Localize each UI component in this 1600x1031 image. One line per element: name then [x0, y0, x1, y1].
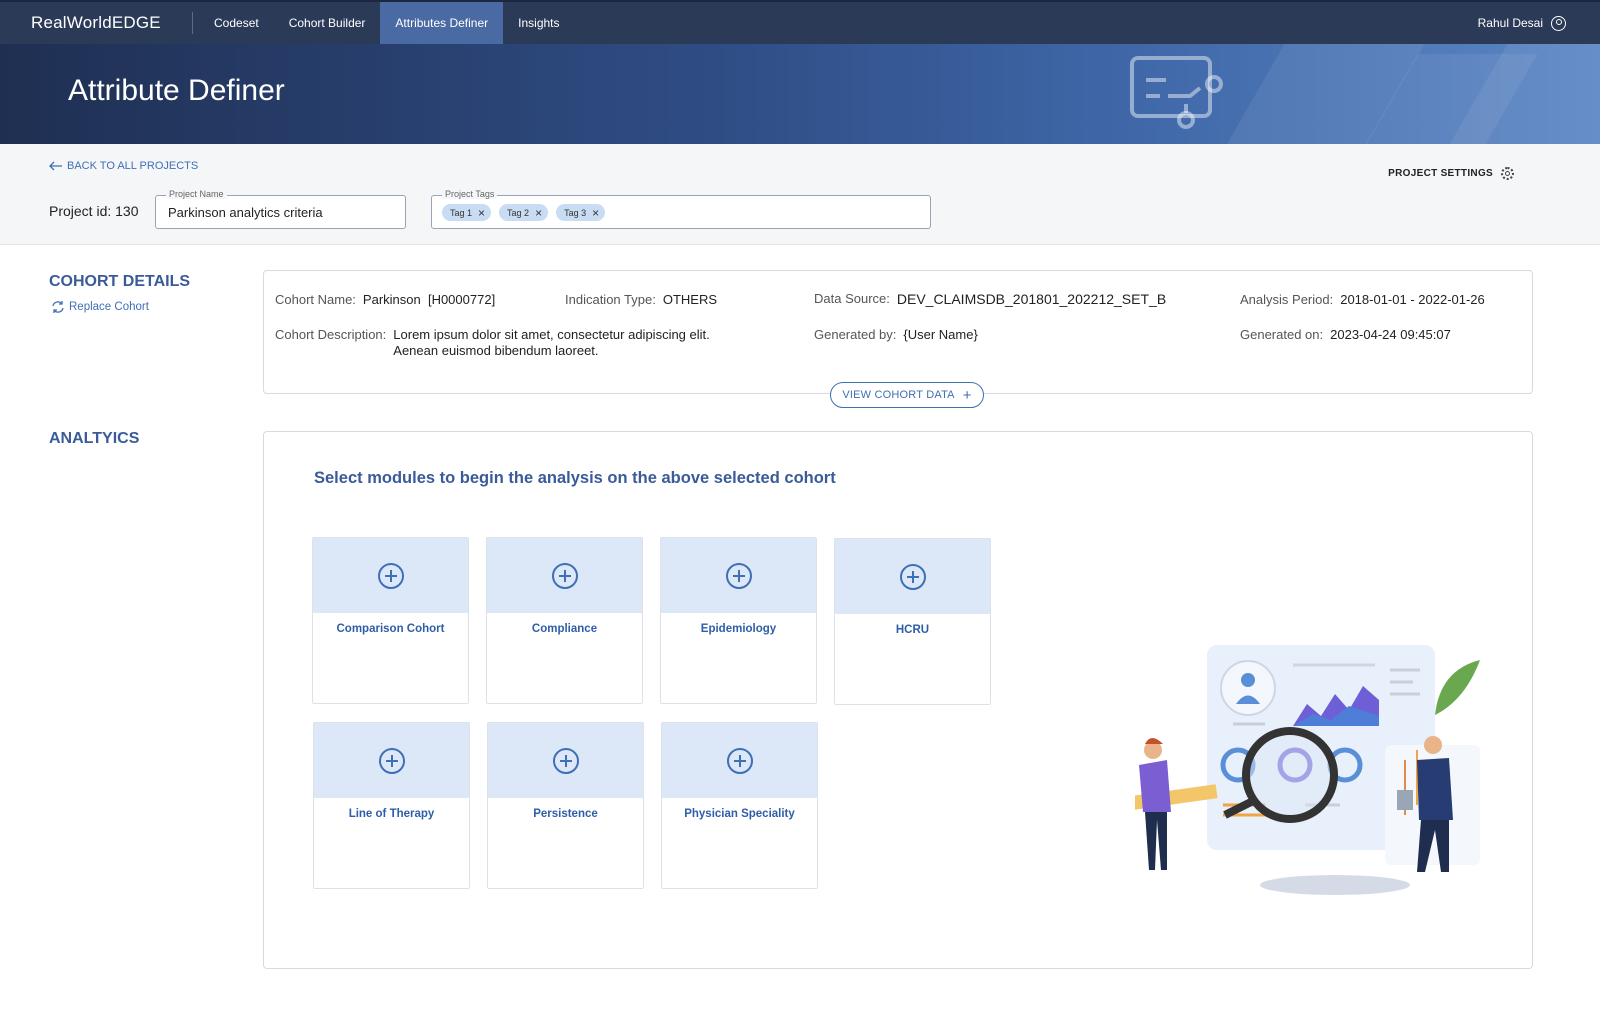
tag-close-icon[interactable]: ×: [592, 207, 599, 219]
cohort-name-value: Parkinson [H0000772]: [362, 292, 496, 307]
project-name-field[interactable]: Project Name Parkinson analytics criteri…: [155, 189, 406, 229]
cohort-details-heading: COHORT DETAILS: [49, 273, 191, 290]
tag-label: Tag 3: [564, 207, 587, 218]
plus-circle-icon[interactable]: [551, 562, 578, 589]
analytics-heading: ANALTYICS: [49, 430, 140, 447]
analysis-period-value: 2018-01-01 - 2022-01-26: [1340, 292, 1485, 307]
tag-chip[interactable]: Tag 2 ×: [499, 204, 549, 221]
refresh-icon: [52, 301, 64, 313]
plus-circle-icon[interactable]: [899, 563, 926, 590]
project-name-legend: Project Name: [166, 189, 227, 199]
gear-icon: [1501, 167, 1514, 180]
analysis-illustration: [1135, 645, 1480, 895]
arrow-left-icon: [49, 161, 62, 171]
nav-item-attributes-definer[interactable]: Attributes Definer: [380, 2, 504, 44]
tag-chip[interactable]: Tag 3 ×: [556, 204, 606, 221]
user-name: Rahul Desai: [1477, 16, 1543, 30]
module-label: Physician Speciality: [684, 808, 795, 820]
module-hcru[interactable]: HCRU: [834, 538, 991, 705]
indication-type-row: Indication Type: OTHERS: [565, 292, 717, 307]
project-tags-legend: Project Tags: [442, 189, 498, 199]
cohort-description-row: Cohort Description: Lorem ipsum dolor si…: [275, 327, 710, 359]
module-physician-speciality[interactable]: Physician Speciality: [661, 722, 818, 889]
module-header: [313, 538, 468, 613]
analysis-period-row: Analysis Period: 2018-01-01 - 2022-01-26: [1240, 292, 1485, 307]
project-bar: BACK TO ALL PROJECTS Project id: 130 Pro…: [0, 144, 1600, 245]
project-name-value: Parkinson analytics criteria: [168, 205, 323, 220]
data-source-row: Data Source: DEV_CLAIMSDB_201801_202212_…: [814, 291, 1166, 307]
cohort-description-line: Lorem ipsum dolor sit amet, consectetur …: [393, 327, 710, 342]
indication-type-value: OTHERS: [662, 292, 717, 307]
module-label: Persistence: [533, 808, 598, 820]
user-circle-icon: [1551, 15, 1566, 31]
tag-close-icon[interactable]: ×: [478, 207, 485, 219]
generated-on-value: 2023-04-24 09:45:07: [1330, 327, 1451, 342]
module-label: Compliance: [531, 623, 598, 635]
module-label: Line of Therapy: [348, 808, 435, 820]
back-to-projects-link[interactable]: BACK TO ALL PROJECTS: [49, 160, 198, 172]
module-epidemiology[interactable]: Epidemiology: [660, 537, 817, 704]
plus-icon: +: [962, 386, 972, 404]
project-settings-label: PROJECT SETTINGS: [1388, 168, 1493, 179]
cohort-description-line: Aenean euismod bibendum laoreet.: [393, 343, 599, 358]
module-header: [835, 539, 990, 614]
cohort-details-card: Cohort Name: Parkinson [H0000772] Indica…: [263, 270, 1533, 394]
plus-circle-icon[interactable]: [726, 747, 753, 774]
page-banner: Attribute Definer: [0, 44, 1600, 144]
module-header: [314, 723, 469, 798]
module-comparison-cohort[interactable]: Comparison Cohort: [312, 537, 469, 704]
analysis-period-key: Analysis Period:: [1240, 292, 1334, 307]
module-compliance[interactable]: Compliance: [486, 537, 643, 704]
plus-circle-icon[interactable]: [725, 562, 752, 589]
top-nav: RealWorldEDGE Codeset Cohort Builder Att…: [0, 0, 1600, 44]
view-cohort-data-button[interactable]: VIEW COHORT DATA +: [830, 382, 984, 408]
data-source-value: DEV_CLAIMSDB_201801_202212_SET_B: [896, 291, 1167, 307]
module-header: [662, 723, 817, 798]
nav-divider: [192, 12, 193, 34]
plus-circle-icon[interactable]: [377, 562, 404, 589]
tag-chip[interactable]: Tag 1 ×: [442, 204, 492, 221]
generated-by-row: Generated by: {User Name}: [814, 327, 978, 342]
cohort-description-key: Cohort Description:: [275, 327, 387, 342]
project-id: Project id: 130: [49, 203, 139, 219]
module-label: HCRU: [895, 624, 930, 636]
data-source-key: Data Source:: [814, 291, 890, 306]
module-header: [488, 723, 643, 798]
tag-label: Tag 2: [507, 207, 530, 218]
project-settings-button[interactable]: PROJECT SETTINGS: [1388, 167, 1514, 180]
module-header: [661, 538, 816, 613]
project-tags-field[interactable]: Project Tags Tag 1 × Tag 2 × Tag 3 ×: [431, 189, 931, 229]
cohort-name-key: Cohort Name:: [275, 292, 356, 307]
definer-icon: [1130, 56, 1223, 129]
module-label: Comparison Cohort: [336, 623, 445, 635]
user-menu[interactable]: Rahul Desai: [1478, 2, 1566, 44]
brand-logo[interactable]: RealWorldEDGE: [0, 13, 192, 33]
nav-item-codeset[interactable]: Codeset: [199, 2, 274, 44]
plus-circle-icon[interactable]: [378, 747, 405, 774]
tag-label: Tag 1: [450, 207, 473, 218]
module-persistence[interactable]: Persistence: [487, 722, 644, 889]
view-cohort-data-label: VIEW COHORT DATA: [842, 389, 955, 401]
module-header: [487, 538, 642, 613]
indication-type-key: Indication Type:: [565, 292, 656, 307]
generated-by-key: Generated by:: [814, 327, 897, 342]
plus-circle-icon[interactable]: [552, 747, 579, 774]
back-link-label: BACK TO ALL PROJECTS: [67, 160, 199, 172]
tag-list: Tag 1 × Tag 2 × Tag 3 ×: [442, 204, 606, 221]
generated-on-row: Generated on: 2023-04-24 09:45:07: [1240, 327, 1451, 342]
module-label: Epidemiology: [700, 623, 777, 635]
nav-item-cohort-builder[interactable]: Cohort Builder: [274, 2, 381, 44]
cohort-name-row: Cohort Name: Parkinson [H0000772]: [275, 292, 495, 307]
replace-cohort-label: Replace Cohort: [69, 301, 149, 313]
replace-cohort-link[interactable]: Replace Cohort: [51, 300, 149, 314]
analytics-subtitle: Select modules to begin the analysis on …: [314, 469, 836, 487]
module-line-of-therapy[interactable]: Line of Therapy: [313, 722, 470, 889]
nav-item-insights[interactable]: Insights: [503, 2, 574, 44]
generated-on-key: Generated on:: [1240, 327, 1324, 342]
cohort-description-value: Lorem ipsum dolor sit amet, consectetur …: [393, 327, 709, 359]
tag-close-icon[interactable]: ×: [535, 207, 542, 219]
generated-by-value: {User Name}: [903, 327, 978, 342]
page-title: Attribute Definer: [68, 74, 285, 107]
